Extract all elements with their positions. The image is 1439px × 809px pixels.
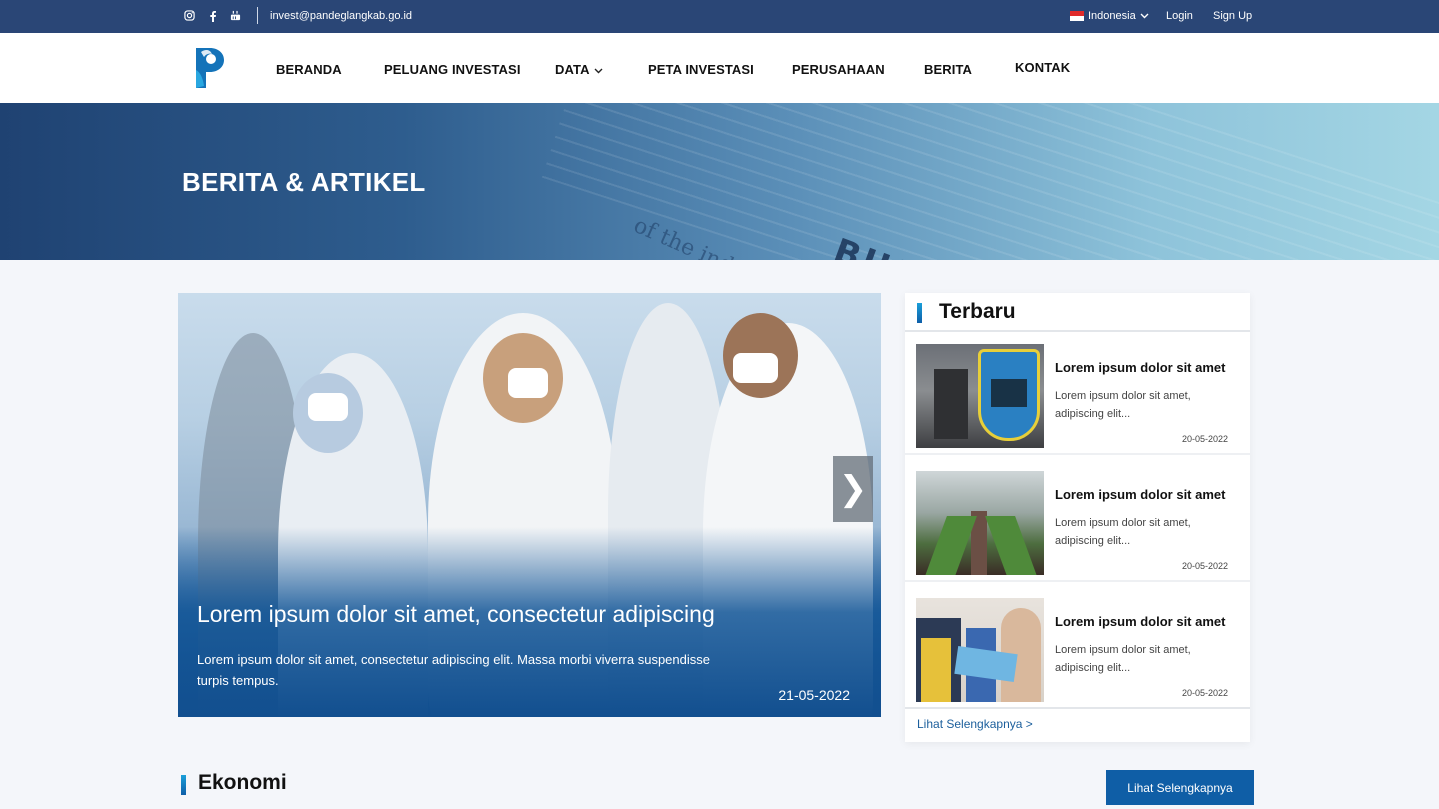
social-links xyxy=(183,9,242,22)
featured-news-title[interactable]: Lorem ipsum dolor sit amet, consectetur … xyxy=(197,601,715,628)
page-hero-banner: of the indicative BUSINESS BERITA & ARTI… xyxy=(0,103,1439,260)
news-thumbnail xyxy=(916,598,1044,702)
latest-news-item[interactable]: Lorem ipsum dolor sit amet Lorem ipsum d… xyxy=(905,588,1250,709)
latest-news-see-more-link[interactable]: Lihat Selengkapnya > xyxy=(917,717,1033,731)
latest-news-item[interactable]: Lorem ipsum dolor sit amet Lorem ipsum d… xyxy=(905,461,1250,582)
news-date: 20-05-2022 xyxy=(1181,688,1228,698)
top-bar: invest@pandeglangkab.go.id Indonesia Log… xyxy=(0,0,1439,33)
main-navbar: BERANDA PELUANG INVESTASI DATA PETA INVE… xyxy=(0,33,1439,103)
nav-berita[interactable]: BERITA xyxy=(924,62,972,77)
youtube-icon[interactable] xyxy=(229,9,242,22)
news-title[interactable]: Lorem ipsum dolor sit amet xyxy=(1055,614,1225,629)
news-excerpt: Lorem ipsum dolor sit amet, adipiscing e… xyxy=(1055,517,1191,547)
featured-news-slider[interactable]: Lorem ipsum dolor sit amet, consectetur … xyxy=(178,293,881,717)
instagram-icon[interactable] xyxy=(183,9,196,22)
nav-beranda[interactable]: BERANDA xyxy=(276,62,342,77)
chevron-down-icon xyxy=(1140,13,1149,19)
news-date: 20-05-2022 xyxy=(1181,434,1228,444)
nav-peta-investasi[interactable]: PETA INVESTASI xyxy=(648,62,754,77)
latest-news-item[interactable]: Lorem ipsum dolor sit amet Lorem ipsum d… xyxy=(905,334,1250,455)
news-excerpt: Lorem ipsum dolor sit amet, adipiscing e… xyxy=(1055,644,1191,674)
chevron-down-icon xyxy=(594,66,603,76)
chevron-right-icon: ❯ xyxy=(838,470,868,508)
slider-next-button[interactable]: ❯ xyxy=(833,456,873,522)
nav-perusahaan[interactable]: PERUSAHAAN xyxy=(792,62,885,77)
featured-news-date: 21-05-2022 xyxy=(778,687,850,703)
section-accent-bar xyxy=(917,303,922,323)
nav-data[interactable]: DATA xyxy=(555,62,603,77)
featured-news-description: Lorem ipsum dolor sit amet, consectetur … xyxy=(197,652,710,688)
facebook-icon[interactable] xyxy=(206,9,219,22)
news-title[interactable]: Lorem ipsum dolor sit amet xyxy=(1055,360,1225,375)
ekonomi-section-title: Ekonomi xyxy=(198,771,287,794)
topbar-divider xyxy=(257,7,258,24)
page-title: BERITA & ARTIKEL xyxy=(182,167,426,197)
latest-news-panel: Terbaru Lorem ipsum dolor sit amet Lorem… xyxy=(905,293,1250,742)
latest-news-heading: Terbaru xyxy=(939,300,1016,323)
nav-data-label: DATA xyxy=(555,62,590,77)
indonesia-flag-icon xyxy=(1070,11,1084,21)
nav-kontak[interactable]: KONTAK xyxy=(1015,60,1070,75)
news-excerpt: Lorem ipsum dolor sit amet, adipiscing e… xyxy=(1055,390,1191,420)
language-selector[interactable]: Indonesia xyxy=(1070,10,1149,22)
latest-news-header: Terbaru xyxy=(905,293,1250,332)
ekonomi-see-more-button[interactable]: Lihat Selengkapnya xyxy=(1106,770,1254,805)
nav-peluang-investasi[interactable]: PELUANG INVESTASI xyxy=(384,62,521,77)
language-label: Indonesia xyxy=(1088,10,1136,22)
news-thumbnail xyxy=(916,344,1044,448)
news-title[interactable]: Lorem ipsum dolor sit amet xyxy=(1055,487,1225,502)
news-thumbnail xyxy=(916,471,1044,575)
signup-link[interactable]: Sign Up xyxy=(1213,10,1252,22)
site-logo[interactable] xyxy=(193,44,227,92)
news-date: 20-05-2022 xyxy=(1181,561,1228,571)
section-accent-bar xyxy=(181,775,186,795)
login-link[interactable]: Login xyxy=(1166,10,1193,22)
contact-email-link[interactable]: invest@pandeglangkab.go.id xyxy=(270,10,412,22)
